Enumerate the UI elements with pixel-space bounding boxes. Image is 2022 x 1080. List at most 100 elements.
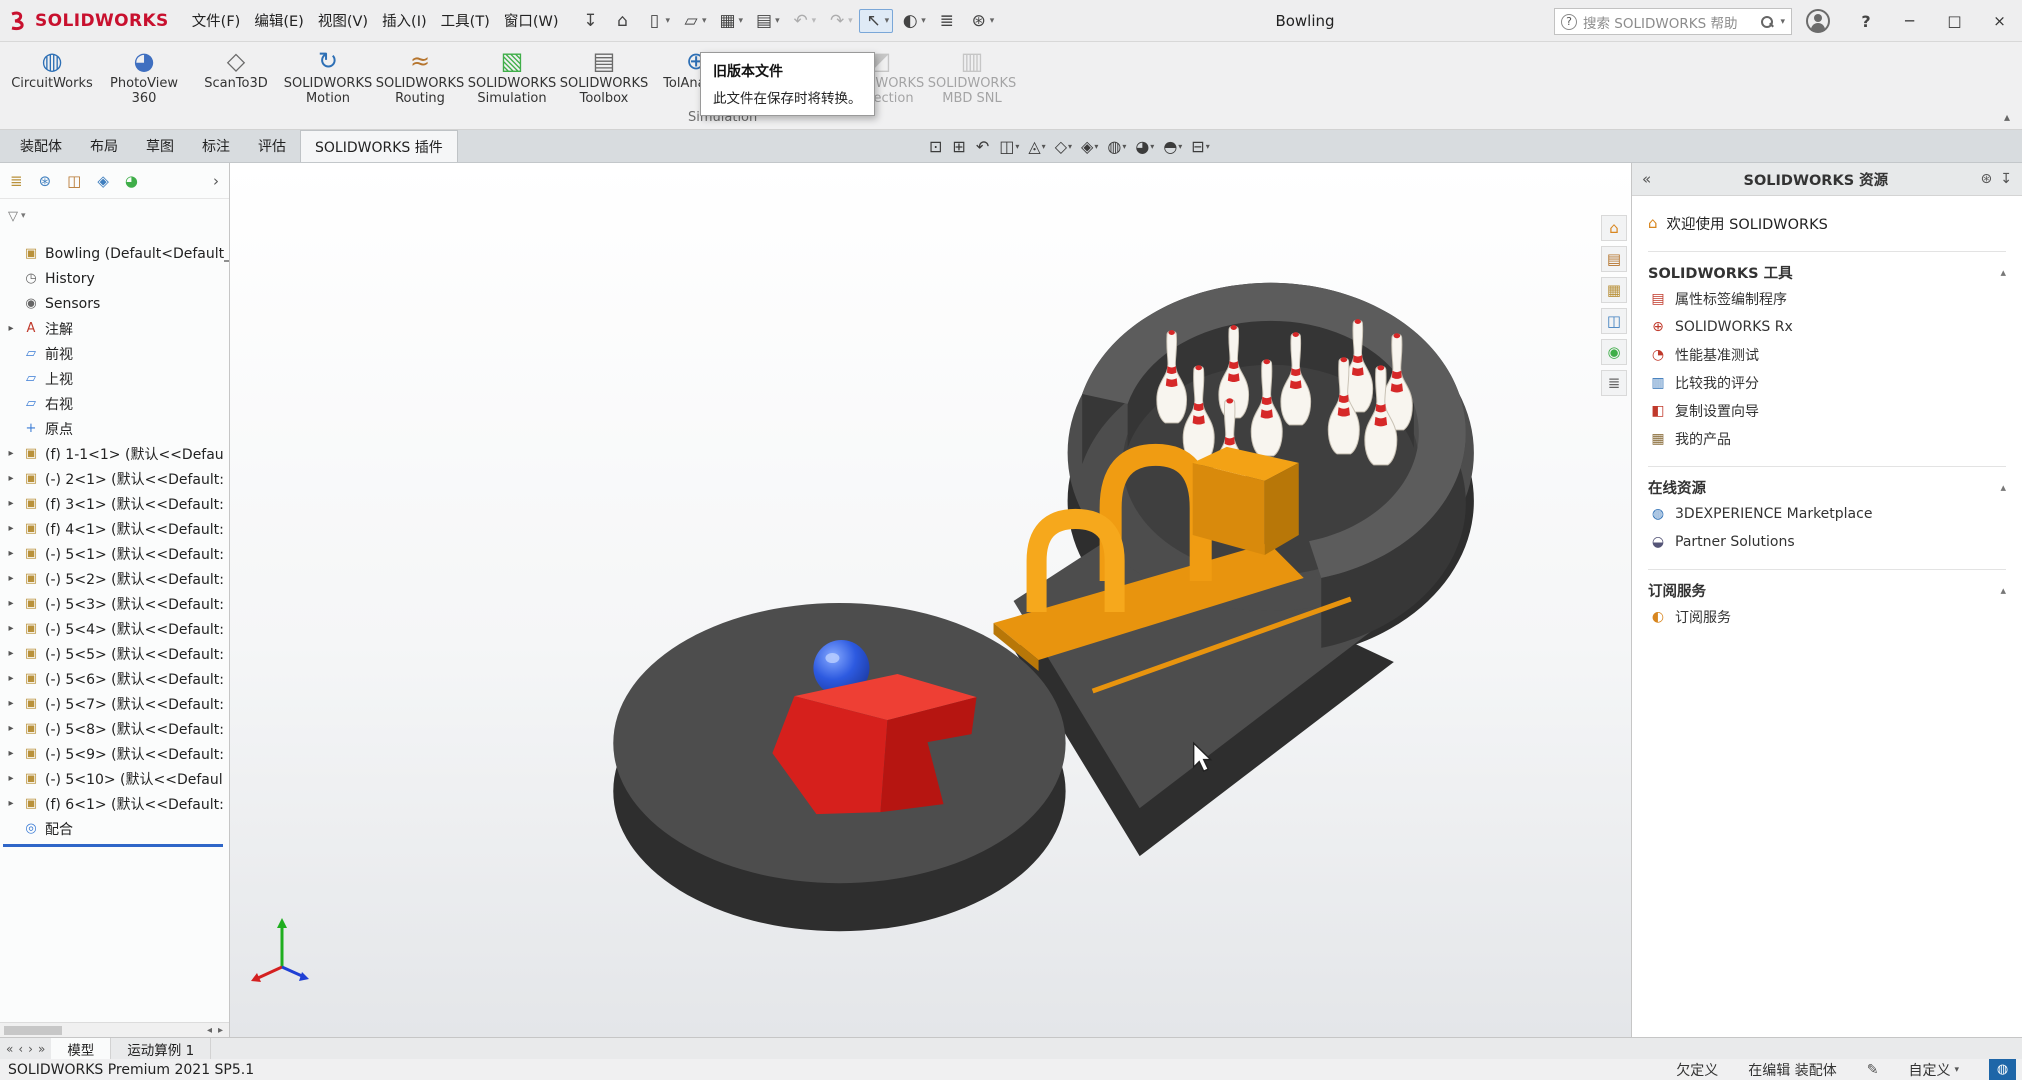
- section-header[interactable]: SOLIDWORKS 工具 ▴: [1648, 259, 2006, 285]
- view-settings-icon[interactable]: ⊟▾: [1188, 135, 1212, 158]
- expand-arrow-icon[interactable]: ▸: [5, 598, 17, 609]
- chevron-down-icon[interactable]: ▾: [848, 16, 853, 26]
- chevron-up-icon[interactable]: ▴: [2000, 584, 2006, 597]
- configurationmanager-tab-icon[interactable]: ◫: [67, 172, 81, 190]
- tree-item[interactable]: ▸ ▣ (-) 2<1> (默认<<Default:: [0, 466, 229, 491]
- command-tab[interactable]: 标注: [188, 130, 244, 162]
- ribbon-addin-button[interactable]: ◍ CircuitWorks: [6, 47, 98, 92]
- home-icon[interactable]: ⌂: [607, 9, 637, 33]
- design-library-tab-icon[interactable]: ▤: [1601, 246, 1627, 272]
- expand-arrow-icon[interactable]: ▸: [5, 523, 17, 534]
- select-icon[interactable]: ↖ ▾: [859, 9, 894, 33]
- chevron-up-icon[interactable]: ▴: [2000, 481, 2006, 494]
- display-style-icon[interactable]: ◈▾: [1078, 135, 1101, 158]
- tree-item[interactable]: ▸ ▣ (-) 5<9> (默认<<Default:: [0, 741, 229, 766]
- ribbon-addin-button[interactable]: ↻ SOLIDWORKS Motion: [282, 47, 374, 106]
- scroll-right-icon[interactable]: ▸: [218, 1025, 223, 1036]
- save-icon[interactable]: ▦ ▾: [713, 9, 748, 33]
- chevron-down-icon[interactable]: ▾: [885, 16, 890, 26]
- ribbon-addin-button[interactable]: ◇ ScanTo3D: [190, 47, 282, 92]
- menu-item[interactable]: 编辑(E): [247, 5, 310, 36]
- view-palette-tab-icon[interactable]: ◫: [1601, 308, 1627, 334]
- collapse-panel-icon[interactable]: «: [1642, 170, 1651, 188]
- close-button[interactable]: ×: [1977, 0, 2022, 42]
- chevron-up-icon[interactable]: ▴: [2000, 266, 2006, 279]
- tree-item[interactable]: ▱ 前视: [0, 341, 229, 366]
- tree-item[interactable]: ▱ 右视: [0, 391, 229, 416]
- dimxpertmanager-tab-icon[interactable]: ◈: [97, 172, 109, 190]
- tree-item[interactable]: ▸ ▣ (f) 1-1<1> (默认<<Defau: [0, 441, 229, 466]
- help-button[interactable]: ?: [1848, 0, 1884, 42]
- section-header[interactable]: 在线资源 ▴: [1648, 474, 2006, 500]
- expand-arrow-icon[interactable]: ▸: [5, 648, 17, 659]
- pin-icon[interactable]: ↧: [2000, 171, 2012, 187]
- command-tab[interactable]: SOLIDWORKS 插件: [300, 130, 458, 162]
- graphics-area[interactable]: [230, 163, 1631, 1037]
- expand-arrow-icon[interactable]: ▸: [5, 673, 17, 684]
- expand-arrow-icon[interactable]: ▸: [5, 723, 17, 734]
- customize-menu[interactable]: 自定义 ▾: [1908, 1060, 1959, 1080]
- expand-arrow-icon[interactable]: ▸: [5, 748, 17, 759]
- minimize-button[interactable]: ─: [1887, 0, 1932, 42]
- ribbon-addin-button[interactable]: ▤ SOLIDWORKS Toolbox: [558, 47, 650, 106]
- user-avatar-icon[interactable]: [1806, 9, 1830, 33]
- filter-funnel-icon[interactable]: ▽: [8, 209, 18, 224]
- tree-item[interactable]: ▸ ▣ (-) 5<6> (默认<<Default:: [0, 666, 229, 691]
- welcome-link[interactable]: ⌂ 欢迎使用 SOLIDWORKS: [1648, 208, 2006, 238]
- custom-properties-tab-icon[interactable]: ≣: [1601, 370, 1627, 396]
- tree-item[interactable]: ▸ A 注解: [0, 316, 229, 341]
- expand-arrow-icon[interactable]: ▸: [5, 573, 17, 584]
- ribbon-addin-button[interactable]: ≈ SOLIDWORKS Routing: [374, 47, 466, 106]
- command-tab[interactable]: 评估: [244, 130, 300, 162]
- task-pane-link[interactable]: ◧ 复制设置向导: [1648, 397, 2006, 425]
- tree-item[interactable]: ◉ Sensors: [0, 291, 229, 316]
- ribbon-addin-button[interactable]: ◕ PhotoView 360: [98, 47, 190, 106]
- expand-arrow-icon[interactable]: ▸: [5, 448, 17, 459]
- redo-icon[interactable]: ↷ ▾: [822, 9, 857, 33]
- orientation-triad[interactable]: [242, 905, 322, 985]
- expand-arrow-icon[interactable]: ▸: [5, 623, 17, 634]
- expand-arrow-icon[interactable]: ▸: [5, 798, 17, 809]
- apply-scene-icon[interactable]: ◓▾: [1160, 135, 1185, 158]
- expand-arrow-icon[interactable]: ▸: [5, 323, 17, 334]
- task-pane-link[interactable]: ▤ 属性标签编制程序: [1648, 285, 2006, 313]
- zoom-area-icon[interactable]: ⊞: [949, 135, 969, 158]
- open-file-icon[interactable]: ▱ ▾: [676, 9, 711, 33]
- tree-item[interactable]: ▸ ▣ (-) 5<3> (默认<<Default:: [0, 591, 229, 616]
- task-pane-link[interactable]: ◒ Partner Solutions: [1648, 528, 2006, 556]
- maximize-button[interactable]: □: [1932, 0, 1977, 42]
- tree-item[interactable]: ▱ 上视: [0, 366, 229, 391]
- search-icon[interactable]: [1760, 15, 1774, 29]
- search-input[interactable]: ? 搜索 SOLIDWORKS 帮助 ▾: [1554, 8, 1792, 35]
- task-pane-link[interactable]: ⊕ SOLIDWORKS Rx: [1648, 313, 2006, 341]
- command-tab[interactable]: 装配体: [6, 130, 76, 162]
- displaymanager-tab-icon[interactable]: ◕: [125, 172, 138, 190]
- status-globe-icon[interactable]: ◍: [1989, 1059, 2016, 1080]
- tree-item[interactable]: ▸ ▣ (-) 5<10> (默认<<Defaul: [0, 766, 229, 791]
- menu-item[interactable]: 文件(F): [185, 5, 248, 36]
- chevron-down-icon[interactable]: ▾: [990, 16, 995, 26]
- zoom-fit-icon[interactable]: ⊡: [926, 135, 946, 158]
- command-tab[interactable]: 布局: [76, 130, 132, 162]
- menu-item[interactable]: 窗口(W): [497, 5, 566, 36]
- command-tab[interactable]: 草图: [132, 130, 188, 162]
- tree-item[interactable]: ▸ ▣ (f) 4<1> (默认<<Default:: [0, 516, 229, 541]
- ribbon-addin-button[interactable]: ▧ SOLIDWORKS Simulation: [466, 47, 558, 106]
- tree-item[interactable]: ▸ ▣ (-) 5<7> (默认<<Default:: [0, 691, 229, 716]
- sel ection-filter-icon[interactable]: ◐ ▾: [895, 9, 930, 33]
- options-gear-icon[interactable]: ⊛ ▾: [964, 9, 999, 33]
- ribbon-collapse-icon[interactable]: ▴: [2004, 110, 2010, 124]
- gear-icon[interactable]: ⊛: [1981, 171, 1993, 187]
- tree-item[interactable]: ◎ 配合: [0, 816, 229, 841]
- edit-appearance-icon[interactable]: ◕▾: [1132, 135, 1157, 158]
- new-file-icon[interactable]: ▯ ▾: [639, 9, 674, 33]
- expand-arrow-icon[interactable]: ▸: [5, 548, 17, 559]
- print-icon[interactable]: ▤ ▾: [749, 9, 784, 33]
- tree-item[interactable]: ▸ ▣ (f) 3<1> (默认<<Default:: [0, 491, 229, 516]
- task-pane-link[interactable]: ▦ 我的产品: [1648, 425, 2006, 453]
- task-pane-link[interactable]: ◔ 性能基准测试: [1648, 341, 2006, 369]
- study-tab[interactable]: 模型: [51, 1038, 111, 1059]
- expand-arrow-icon[interactable]: ▸: [5, 698, 17, 709]
- annotation-views-icon[interactable]: ◬▾: [1025, 135, 1048, 158]
- tree-item[interactable]: ▸ ▣ (-) 5<4> (默认<<Default:: [0, 616, 229, 641]
